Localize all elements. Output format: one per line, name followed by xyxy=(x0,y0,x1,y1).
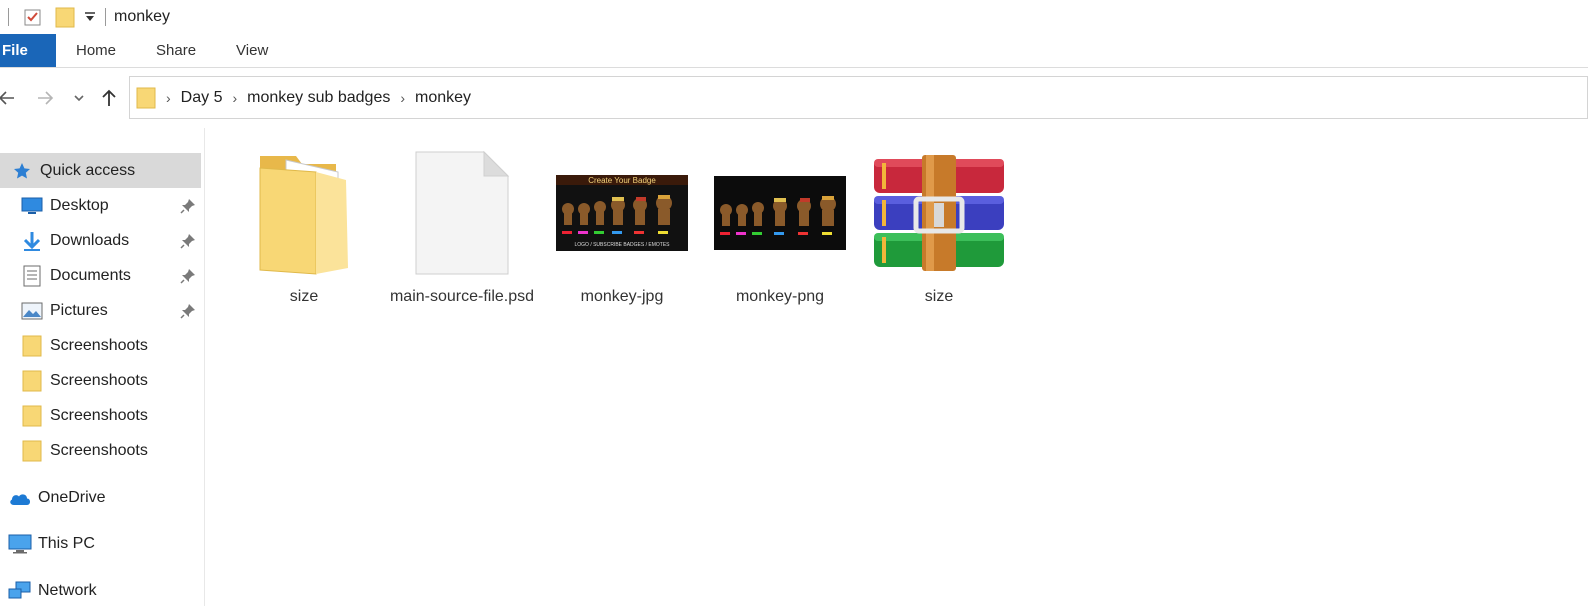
sidebar-item-label: Screenshoots xyxy=(50,406,148,424)
thumbnail-footer: LOGO / SUBSCRIBE BADGES / EMOTES xyxy=(574,242,670,248)
file-name: main-source-file.psd xyxy=(389,288,535,305)
breadcrumb-separator: › xyxy=(232,89,238,106)
breadcrumb-monkey[interactable]: monkey xyxy=(415,89,471,107)
folder-icon xyxy=(136,87,156,108)
arrow-left-icon xyxy=(0,91,14,105)
breadcrumb-separator: › xyxy=(400,89,406,106)
file-name: monkey-png xyxy=(735,288,825,305)
desktop-icon xyxy=(20,194,44,218)
tab-share[interactable]: Share xyxy=(136,34,216,67)
sidebar-item-label: Screenshoots xyxy=(50,336,148,354)
sidebar-item-label: Pictures xyxy=(50,301,108,319)
sidebar-item-label: Network xyxy=(38,581,97,599)
sidebar-item-quick-access[interactable]: Quick access xyxy=(0,153,201,188)
image-thumbnail xyxy=(710,148,850,278)
title-bar: monkey xyxy=(0,0,1588,34)
address-bar[interactable]: › Day 5 › monkey sub badges › monkey xyxy=(129,76,1588,119)
title-separator xyxy=(105,8,106,26)
sidebar-item-screenshoots[interactable]: Screenshoots xyxy=(0,398,201,433)
sidebar-item-label: OneDrive xyxy=(38,488,106,506)
sidebar-item-screenshoots[interactable]: Screenshoots xyxy=(0,363,201,398)
properties-button[interactable] xyxy=(23,7,43,27)
sidebar-item-screenshoots[interactable]: Screenshoots xyxy=(0,328,201,363)
cloud-icon xyxy=(8,486,32,510)
arrow-up-icon xyxy=(102,89,116,106)
back-button[interactable] xyxy=(0,81,24,115)
file-item-archive[interactable]: size xyxy=(864,148,1014,307)
sidebar-item-label: Desktop xyxy=(50,196,109,214)
star-icon xyxy=(10,159,34,183)
window-title: monkey xyxy=(114,8,171,25)
navigation-bar: › Day 5 › monkey sub badges › monkey xyxy=(0,68,1588,128)
sidebar-item-screenshoots[interactable]: Screenshoots xyxy=(0,433,201,468)
image-thumbnail: Create Your Badge LOGO / SUBSCRIBE BADGE… xyxy=(552,148,692,278)
title-separator xyxy=(8,8,9,26)
breadcrumb-day-5[interactable]: Day 5 xyxy=(181,89,223,107)
pin-icon xyxy=(180,304,195,319)
customize-toolbar-button[interactable] xyxy=(83,10,97,24)
downloads-icon xyxy=(20,229,44,253)
sidebar-item-onedrive[interactable]: OneDrive xyxy=(0,480,201,515)
document-icon xyxy=(392,148,532,278)
new-folder-button[interactable] xyxy=(55,6,75,28)
up-button[interactable] xyxy=(92,81,126,115)
pin-icon xyxy=(180,234,195,249)
pin-icon xyxy=(180,199,195,214)
file-item-folder[interactable]: size xyxy=(229,148,379,307)
tab-home[interactable]: Home xyxy=(56,34,136,67)
sidebar-item-desktop[interactable]: Desktop xyxy=(0,188,201,223)
arrow-right-icon xyxy=(38,91,54,105)
computer-icon xyxy=(8,532,32,556)
documents-icon xyxy=(20,264,44,288)
folder-icon xyxy=(55,7,75,28)
tab-file[interactable]: File xyxy=(0,34,56,67)
folder-icon xyxy=(20,404,44,428)
file-name: size xyxy=(289,288,319,305)
sidebar-item-pictures[interactable]: Pictures xyxy=(0,293,201,328)
tab-view[interactable]: View xyxy=(216,34,288,67)
sidebar-item-label: Screenshoots xyxy=(50,371,148,389)
file-item-psd[interactable]: main-source-file.psd xyxy=(387,148,537,307)
forward-button[interactable] xyxy=(28,81,62,115)
folder-icon xyxy=(20,369,44,393)
ribbon-tabs: File Home Share View xyxy=(0,34,1588,68)
checklist-icon xyxy=(24,9,41,26)
dropdown-arrow-icon xyxy=(85,12,95,21)
sidebar-item-label: Downloads xyxy=(50,231,130,249)
pictures-icon xyxy=(20,299,44,323)
sidebar-item-this-pc[interactable]: This PC xyxy=(0,526,201,561)
file-name: size xyxy=(924,288,954,305)
folder-icon xyxy=(20,334,44,358)
sidebar-item-label: Quick access xyxy=(40,161,136,179)
sidebar-item-label: Documents xyxy=(50,266,131,284)
chevron-down-icon xyxy=(74,95,84,102)
sidebar-item-label: Screenshoots xyxy=(50,441,148,459)
folder-icon xyxy=(20,439,44,463)
network-icon xyxy=(8,579,32,603)
pin-icon xyxy=(180,269,195,284)
breadcrumb-monkey-sub-badges[interactable]: monkey sub badges xyxy=(247,89,390,107)
sidebar-item-network[interactable]: Network xyxy=(0,573,201,606)
file-name: monkey-jpg xyxy=(580,288,664,305)
recent-locations-button[interactable] xyxy=(62,81,96,115)
navigation-pane: Quick access Desktop Downloads Documents… xyxy=(0,128,205,606)
folder-icon xyxy=(234,148,374,278)
thumbnail-headline: Create Your Badge xyxy=(588,176,656,185)
file-item-image[interactable]: Create Your Badge LOGO / SUBSCRIBE BADGE… xyxy=(547,148,697,307)
breadcrumb-separator: › xyxy=(166,89,171,106)
file-item-image[interactable]: monkey-png xyxy=(705,148,855,307)
sidebar-item-label: This PC xyxy=(38,534,95,552)
sidebar-item-downloads[interactable]: Downloads xyxy=(0,223,201,258)
sidebar-item-documents[interactable]: Documents xyxy=(0,258,201,293)
archive-icon xyxy=(869,148,1009,278)
file-list: size main-source-file.psd Create Your Ba… xyxy=(206,128,1588,606)
